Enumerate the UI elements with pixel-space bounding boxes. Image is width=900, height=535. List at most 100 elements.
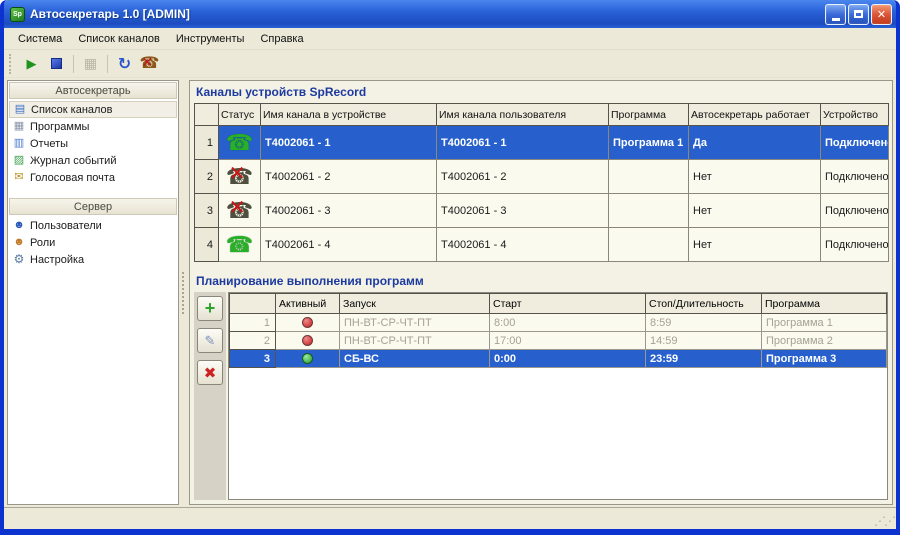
schedule-row[interactable]: 3 СБ-ВС 0:00 23:59 Программа 3 [230, 350, 887, 368]
column-header-empty [195, 104, 219, 126]
maximize-icon [854, 10, 863, 18]
column-header-status: Статус [219, 104, 261, 126]
attendant-running: Нет [689, 228, 821, 262]
user-channel-name: Т4002061 - 1 [437, 126, 609, 160]
device-status: Подключено [821, 126, 889, 160]
sidebar-item-programs[interactable]: Программы [9, 118, 177, 135]
channel-row[interactable]: 2 ☎ Т4002061 - 2 Т4002061 - 2 Нет Подклю… [195, 160, 889, 194]
channels-table: Статус Имя канала в устройстве Имя канал… [194, 103, 889, 262]
schedule-section: Планирование выполнения программ + ✎ ✖ [194, 274, 888, 504]
start-time: 17:00 [490, 332, 646, 350]
sidebar-item-channel-list[interactable]: Список каналов [9, 101, 177, 118]
programs-icon [12, 121, 26, 132]
schedule-row[interactable]: 2 ПН-ВТ-СР-ЧТ-ПТ 17:00 14:59 Программа 2 [230, 332, 887, 350]
roles-icon [12, 237, 26, 248]
phone-disconnect-icon: ☎ [140, 56, 160, 72]
sidebar-item-settings[interactable]: Настройка [9, 251, 177, 268]
toolbar: ▶ ▦ ↻ ☎ [4, 50, 896, 78]
channel-program [609, 194, 689, 228]
row-number: 2 [230, 332, 276, 350]
stop-time: 8:59 [646, 314, 762, 332]
channel-program: Программа 1 [609, 126, 689, 160]
phone-connected-icon: ☎ [226, 234, 253, 256]
channel-row[interactable]: 1 ☎ Т4002061 - 1 Т4002061 - 1 Программа … [195, 126, 889, 160]
main-panel: Каналы устройств SpRecord Статус Имя кан… [189, 80, 893, 505]
app-window: Sp Автосекретарь 1.0 [ADMIN] ✕ Система С… [0, 0, 900, 535]
sidebar-item-voice-mail[interactable]: Голосовая почта [9, 169, 177, 186]
app-icon: Sp [10, 7, 25, 22]
menu-help[interactable]: Справка [252, 30, 311, 48]
sidebar-item-label: Программы [30, 121, 89, 133]
sidebar-item-roles[interactable]: Роли [9, 234, 177, 251]
attendant-running: Нет [689, 194, 821, 228]
add-schedule-button[interactable]: + [197, 296, 223, 321]
delete-icon: ✖ [204, 364, 217, 382]
sidebar: Автосекретарь Список каналов Программы О… [7, 80, 179, 505]
plus-icon: + [205, 298, 216, 319]
schedule-table-area: Активный Запуск Старт Стоп/Длительность … [228, 292, 888, 500]
schedule-header-row: Активный Запуск Старт Стоп/Длительность … [230, 294, 887, 314]
refresh-button[interactable]: ↻ [113, 53, 136, 75]
channel-row[interactable]: 3 ☎ Т4002061 - 3 Т4002061 - 3 Нет Подклю… [195, 194, 889, 228]
device-channel-name: Т4002061 - 2 [261, 160, 437, 194]
menu-tools[interactable]: Инструменты [168, 30, 253, 48]
stop-icon [51, 58, 62, 69]
menu-system[interactable]: Система [10, 30, 70, 48]
schedule-panel-title: Планирование выполнения программ [194, 274, 888, 292]
sidebar-splitter[interactable] [179, 80, 189, 505]
channel-row[interactable]: 4 ☎ Т4002061 - 4 Т4002061 - 4 Нет Подклю… [195, 228, 889, 262]
sidebar-item-label: Голосовая почта [30, 172, 115, 184]
menu-channel-list[interactable]: Список каналов [70, 30, 168, 48]
inactive-status-icon [302, 317, 313, 328]
column-header-user-channel-name: Имя канала пользователя [437, 104, 609, 126]
schedule-program: Программа 3 [762, 350, 887, 368]
column-header-device-channel-name: Имя канала в устройстве [261, 104, 437, 126]
schedule-program: Программа 1 [762, 314, 887, 332]
edit-schedule-button[interactable]: ✎ [197, 328, 223, 353]
device-channel-name: Т4002061 - 3 [261, 194, 437, 228]
launch-days: ПН-ВТ-СР-ЧТ-ПТ [340, 314, 490, 332]
row-number: 3 [230, 350, 276, 368]
device-status: Подключено [821, 194, 889, 228]
save-button[interactable]: ▦ [79, 53, 102, 75]
phone-disconnected-icon: ☎ [226, 166, 253, 188]
schedule-table: Активный Запуск Старт Стоп/Длительность … [229, 293, 887, 368]
column-header-program: Программа [762, 294, 887, 314]
refresh-icon: ↻ [118, 54, 131, 74]
phone-connected-icon: ☎ [226, 132, 253, 154]
channels-panel-title: Каналы устройств SpRecord [194, 85, 888, 103]
disconnect-button[interactable]: ☎ [138, 53, 161, 75]
column-header-launch: Запуск [340, 294, 490, 314]
content-area: Автосекретарь Список каналов Программы О… [4, 78, 896, 507]
stop-time: 23:59 [646, 350, 762, 368]
toolbar-grip[interactable] [9, 54, 14, 74]
row-number: 1 [195, 126, 219, 160]
sidebar-item-reports[interactable]: Отчеты [9, 135, 177, 152]
sidebar-item-users[interactable]: Пользователи [9, 217, 177, 234]
play-icon: ▶ [27, 56, 37, 72]
launch-days: СБ-ВС [340, 350, 490, 368]
users-icon [12, 220, 26, 231]
sidebar-group-server: Сервер [9, 198, 177, 215]
minimize-icon [832, 18, 840, 21]
column-header-active: Активный [276, 294, 340, 314]
maximize-button[interactable] [848, 4, 869, 25]
resize-grip-icon[interactable]: ⋰⋰ [874, 515, 894, 527]
sidebar-item-event-log[interactable]: Журнал событий [9, 152, 177, 169]
start-button[interactable]: ▶ [20, 53, 43, 75]
row-number: 1 [230, 314, 276, 332]
minimize-button[interactable] [825, 4, 846, 25]
start-time: 0:00 [490, 350, 646, 368]
delete-schedule-button[interactable]: ✖ [197, 360, 223, 385]
sidebar-item-label: Настройка [30, 254, 84, 266]
close-button[interactable]: ✕ [871, 4, 892, 25]
row-number: 4 [195, 228, 219, 262]
start-time: 8:00 [490, 314, 646, 332]
device-channel-name: Т4002061 - 4 [261, 228, 437, 262]
title-bar[interactable]: Sp Автосекретарь 1.0 [ADMIN] ✕ [4, 0, 896, 28]
schedule-row[interactable]: 1 ПН-ВТ-СР-ЧТ-ПТ 8:00 8:59 Программа 1 [230, 314, 887, 332]
stop-button[interactable] [45, 53, 68, 75]
channel-list-icon [13, 104, 27, 115]
user-channel-name: Т4002061 - 2 [437, 160, 609, 194]
schedule-program: Программа 2 [762, 332, 887, 350]
